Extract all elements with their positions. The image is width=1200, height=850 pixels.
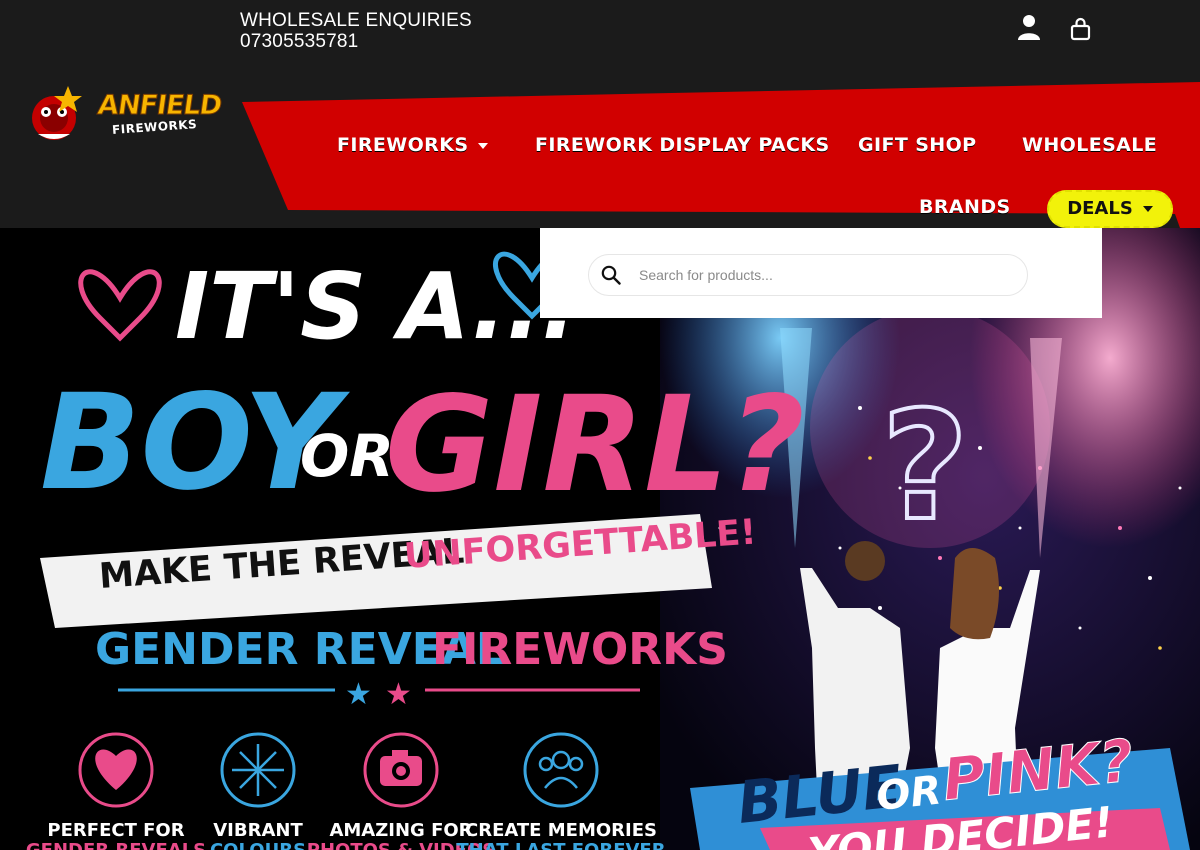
feature-1-line1: PERFECT FOR xyxy=(47,820,184,841)
user-icon[interactable] xyxy=(1016,14,1042,42)
svg-text:★: ★ xyxy=(345,677,372,712)
feature-4-line1: CREATE MEMORIES xyxy=(465,820,657,841)
chevron-down-icon xyxy=(1142,206,1153,212)
site-header: WHOLESALE ENQUIRIES 07305535781 ANFIELD … xyxy=(0,0,1200,228)
sparkle-icon xyxy=(232,744,284,796)
badge-or: OR xyxy=(874,767,943,820)
camera-icon xyxy=(380,750,422,786)
hero-subtitle-b: FIREWORKS xyxy=(432,624,728,675)
svg-text:★: ★ xyxy=(385,677,412,712)
feature-1-line2: GENDER REVEALS xyxy=(26,840,206,850)
site-logo[interactable]: ANFIELD FIREWORKS xyxy=(24,82,224,148)
feature-2-line2: COLOURS xyxy=(210,840,306,850)
logo-text-anfield: ANFIELD xyxy=(95,90,224,122)
feature-vibrant-colours xyxy=(220,732,296,808)
nav-item-brands[interactable]: BRANDS xyxy=(919,196,1011,218)
feature-amazing-for-photos xyxy=(363,732,439,808)
chevron-down-icon xyxy=(478,142,489,149)
search-input[interactable] xyxy=(639,255,1009,295)
wholesale-enquiries-phone[interactable]: 07305535781 xyxy=(240,31,472,52)
nav-item-fireworks[interactable]: FIREWORKS xyxy=(337,134,489,156)
hero-banner[interactable]: ? IT'S A... BOY OR GIRL? MAKE THE REVEAL… xyxy=(0,228,1200,850)
feature-3-line1: AMAZING FOR xyxy=(329,820,472,841)
nav-item-gift-shop[interactable]: GIFT SHOP xyxy=(858,134,976,156)
svg-text:?: ? xyxy=(881,380,968,554)
nav-item-firework-display-packs[interactable]: FIREWORK DISPLAY PACKS xyxy=(535,134,830,156)
feature-create-memories xyxy=(523,732,599,808)
wholesale-enquiries: WHOLESALE ENQUIRIES 07305535781 xyxy=(240,10,472,52)
people-icon xyxy=(538,750,584,789)
search-icon[interactable] xyxy=(601,265,621,285)
search-panel xyxy=(540,228,1102,318)
shopping-bag-icon[interactable] xyxy=(1068,16,1094,44)
feature-perfect-for-gender-reveals xyxy=(78,732,154,808)
wholesale-enquiries-label: WHOLESALE ENQUIRIES xyxy=(240,10,472,31)
hero-artwork: ? IT'S A... BOY OR GIRL? MAKE THE REVEAL… xyxy=(26,228,1200,850)
logo-mascot-icon xyxy=(32,86,82,140)
feature-4-line2: THAT LAST FOREVER xyxy=(456,840,665,850)
hero-girl: GIRL? xyxy=(385,368,805,522)
hero-line1: IT'S A... xyxy=(175,253,576,360)
feature-2-line1: VIBRANT xyxy=(213,820,303,841)
nav-item-wholesale[interactable]: WHOLESALE xyxy=(1022,134,1157,156)
nav-item-deals[interactable]: DEALS xyxy=(1047,190,1173,228)
search-field[interactable] xyxy=(588,254,1028,296)
nav-item-fireworks-label: FIREWORKS xyxy=(337,134,469,156)
heart-icon xyxy=(95,749,137,790)
nav-item-deals-label: DEALS xyxy=(1067,198,1133,219)
hero-or: OR xyxy=(300,422,394,490)
